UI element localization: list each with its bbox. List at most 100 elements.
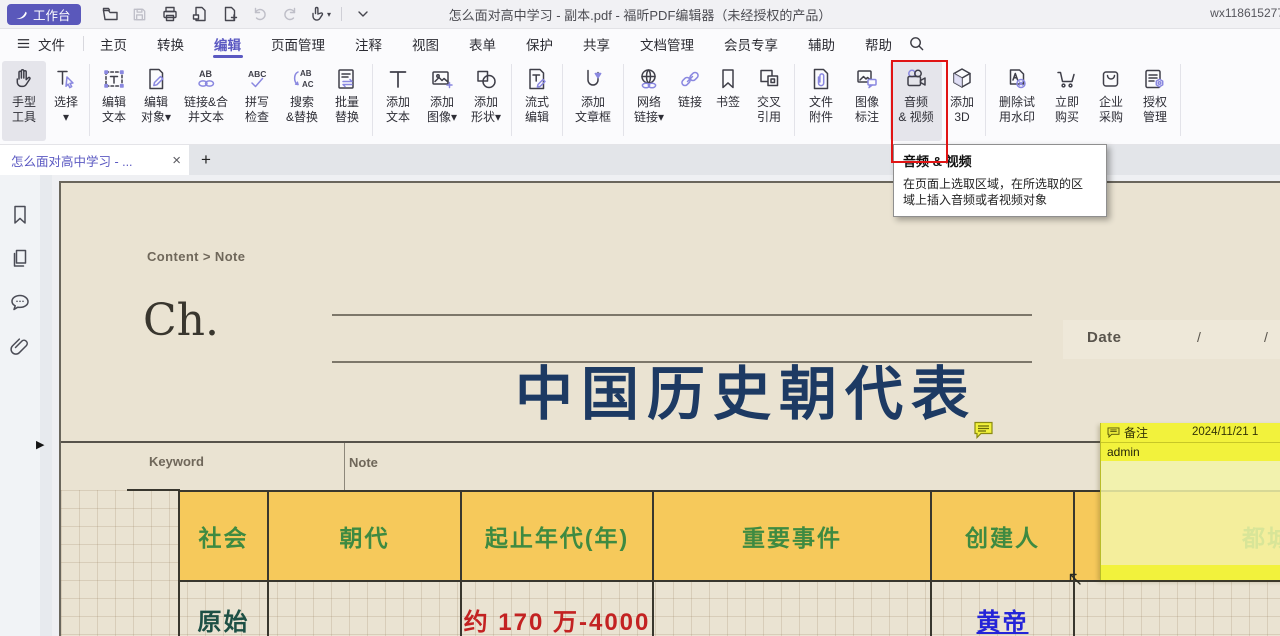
panel-strip[interactable] [40,175,52,636]
cross-reference-icon [756,65,782,93]
workspace-button[interactable]: 工作台 [7,4,81,25]
menu-item-edit[interactable]: 编辑 [214,29,241,58]
doc-title: 中国历史朝代表 [441,347,1051,431]
add-text-label: 添加 [386,95,410,110]
cart-icon [1054,65,1080,93]
menu-item-convert[interactable]: 转换 [157,29,184,58]
hand-icon [11,65,37,93]
workspace-label: 工作台 [33,5,71,24]
search-icon[interactable] [908,35,925,52]
image-annotation-button[interactable]: 图像标注 [844,61,890,141]
expand-panel-arrow[interactable]: ▶ [36,438,44,451]
menu-item-doc-management[interactable]: 文档管理 [640,29,694,58]
menu-item-protect[interactable]: 保护 [526,29,553,58]
quill-icon [15,8,28,21]
table-header-dynasty: 朝代 [269,492,462,580]
title-bar: 工作台 ▾ 怎么面对高中学习 - 副本.pdf - 福昕PDF编辑器（未经授权的… [0,0,1280,29]
add-shape-label: 添加 [471,95,501,110]
link-merge-text-button[interactable]: AB 链接&合并文本 [177,61,235,141]
attachments-panel-icon[interactable] [8,335,32,359]
enterprise-purchase-button[interactable]: 企业采购 [1089,61,1133,141]
add-shape-button[interactable]: 添加形状▾ [464,61,508,141]
menu-file-label: 文件 [38,34,65,54]
cross-reference-button[interactable]: 交叉引用 [747,61,791,141]
add-image-icon [429,65,455,93]
remove-trial-watermark-button[interactable]: 删除试用水印 [989,61,1045,141]
select-button[interactable]: 选择▾ [46,61,86,141]
content-area: ▶ Content > Note Ch. Date / / 中国历史朝代表 Ke… [0,175,1280,636]
audio-video-button[interactable]: 音频& 视频 [890,61,942,141]
link-button[interactable]: 链接 [671,61,709,141]
add-3d-button[interactable]: 添加3D [942,61,982,141]
add-page-icon[interactable] [215,2,245,26]
menu-file[interactable]: 文件 [16,34,65,54]
save-icon[interactable] [125,2,155,26]
bookmark-button[interactable]: 书签 [709,61,747,141]
print-icon[interactable] [155,2,185,26]
undo-icon[interactable] [245,2,275,26]
add-3d-label: 添加 [950,95,974,110]
ribbon-separator [623,64,624,136]
touch-mode-icon[interactable]: ▾ [305,2,335,26]
ribbon-separator [372,64,373,136]
ribbon-separator [89,64,90,136]
comment-note-icon[interactable] [973,421,995,441]
search-replace-label: 搜索 [286,95,318,110]
svg-text:AB: AB [199,69,212,79]
bookmarks-panel-icon[interactable] [8,203,32,227]
menu-item-home[interactable]: 主页 [100,29,127,58]
link-label: 链接 [678,95,702,110]
tab-close-icon[interactable]: × [172,153,181,168]
buy-now-button[interactable]: 立即购买 [1045,61,1089,141]
menu-item-member[interactable]: 会员专享 [724,29,778,58]
license-management-button[interactable]: 授权管理 [1133,61,1177,141]
spell-check-button[interactable]: ABC 拼写检查 [235,61,279,141]
add-text-icon [385,65,411,93]
edit-text-button[interactable]: 编辑文本 [93,61,135,141]
table-cell-capital [1075,578,1280,636]
menu-item-accessibility[interactable]: 辅助 [808,29,835,58]
document-tab[interactable]: 怎么面对高中学习 - ... × [0,145,189,175]
menu-item-help[interactable]: 帮助 [865,29,892,58]
export-page-icon[interactable] [185,2,215,26]
bookmark-label: 书签 [716,95,740,110]
quick-actions-divider [341,7,342,21]
remove-watermark-icon [1004,65,1030,93]
file-attachment-label: 文件 [809,95,833,110]
add-image-button[interactable]: 添加图像▾ [420,61,464,141]
search-replace-icon: ABAC [289,65,315,93]
flow-edit-button[interactable]: 流式编辑 [515,61,559,141]
enterprise-purchase-label: 企业 [1099,95,1123,110]
batch-replace-button[interactable]: 批量替换 [325,61,369,141]
add-article-box-button[interactable]: 添加文章框 [566,61,620,141]
menu-item-form[interactable]: 表单 [469,29,496,58]
link-icon [677,65,703,93]
collapse-ribbon-icon[interactable] [348,2,378,26]
menu-item-share[interactable]: 共享 [583,29,610,58]
table-cell-events [654,578,932,636]
comments-panel-icon[interactable] [8,291,32,315]
hand-tool-button[interactable]: 手型工具 [2,61,46,141]
new-tab-button[interactable]: + [189,145,223,175]
open-file-icon[interactable] [95,2,125,26]
menu-item-comment[interactable]: 注释 [355,29,382,58]
select-cursor-icon [53,65,79,93]
sticky-note-resize-handle[interactable] [1067,571,1083,587]
pages-panel-icon[interactable] [8,247,32,271]
sticky-note-body[interactable] [1101,461,1280,565]
sticky-note-annotation[interactable]: 备注 2024/11/21 1 admin [1100,423,1280,580]
web-link-button[interactable]: 网络链接▾ [627,61,671,141]
redo-icon[interactable] [275,2,305,26]
menu-item-page-management[interactable]: 页面管理 [271,29,325,58]
doc-breadcrumb: Content > Note [147,249,245,264]
edit-object-button[interactable]: 编辑对象▾ [135,61,177,141]
cross-reference-label: 交叉 [757,95,781,110]
table-cell-founder-link[interactable]: 黄帝 [932,578,1075,636]
menu-item-view[interactable]: 视图 [412,29,439,58]
buy-now-label: 立即 [1055,95,1079,110]
file-attachment-button[interactable]: 文件附件 [798,61,844,141]
search-replace-button[interactable]: ABAC 搜索&替换 [279,61,325,141]
tooltip-body-line2: 域上插入音频或者视频对象 [903,192,1097,208]
add-text-button[interactable]: 添加文本 [376,61,420,141]
document-tab-label: 怎么面对高中学习 - ... [11,151,172,170]
